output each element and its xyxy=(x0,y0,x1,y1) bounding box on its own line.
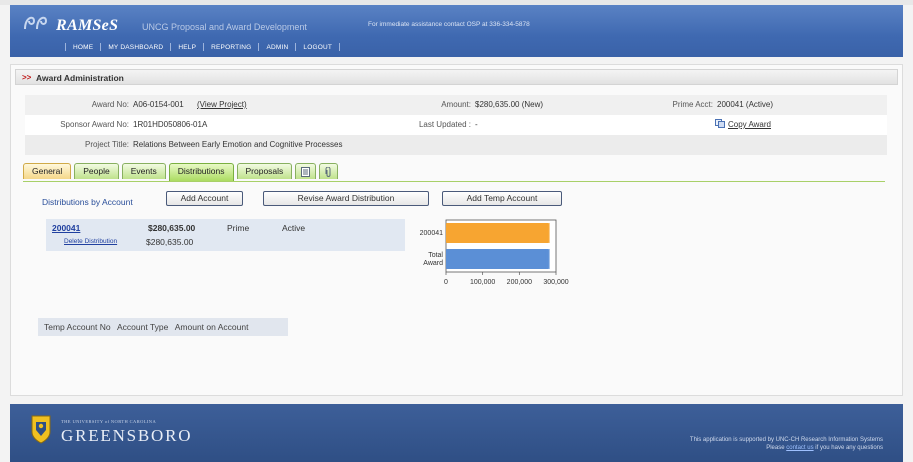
nav-logout[interactable]: LOGOUT xyxy=(303,44,332,51)
project-title-label: Project Title: xyxy=(84,140,129,149)
uncg-seal-icon xyxy=(31,415,51,444)
university-name: GREENSBORO xyxy=(61,426,193,445)
account-status: Active xyxy=(282,223,306,233)
nav-separator xyxy=(100,43,102,51)
nav-my-dashboard[interactable]: MY DASHBOARD xyxy=(108,44,163,51)
copy-award-link[interactable]: Copy Award xyxy=(728,120,771,129)
please-text: Please xyxy=(766,445,785,451)
nav-admin[interactable]: ADMIN xyxy=(266,44,288,51)
section-header: >> Award Administration xyxy=(15,69,898,85)
nav-separator xyxy=(203,43,205,51)
tab-attachments[interactable] xyxy=(319,163,339,179)
ramses-logo-icon xyxy=(24,16,48,30)
amount-value: $280,635.00 (New) xyxy=(475,100,544,109)
chart-bar-cap-0 xyxy=(545,223,550,243)
distribution-amount: $280,635.00 xyxy=(146,237,194,247)
award-no-label: Award No: xyxy=(91,100,129,109)
chart-category-label-1-1: Award xyxy=(423,260,443,267)
tab-events[interactable]: Events xyxy=(121,163,166,179)
sponsor-award-value: 1R01HD050806-01A xyxy=(133,120,208,129)
temp-accounts-header: Temp Account No Account Type Amount on A… xyxy=(38,318,288,336)
chart-tick-label-2: 200,000 xyxy=(507,279,532,286)
footer: THE UNIVERSITY of NORTH CAROLINA GREENSB… xyxy=(10,404,903,462)
nav-reporting[interactable]: REPORTING xyxy=(211,44,251,51)
document-icon xyxy=(301,166,311,177)
contact-us-link[interactable]: contact us xyxy=(786,445,813,451)
nav-separator xyxy=(170,43,172,51)
award-no-value: A06-0154-001 xyxy=(133,100,184,109)
university-name-small: THE UNIVERSITY of NORTH CAROLINA xyxy=(61,419,157,424)
award-info-row-2: Sponsor Award No: 1R01HD050806-01A Last … xyxy=(25,115,887,135)
tab-underline xyxy=(23,181,885,182)
distribution-chart: 200041 TotalAward 0 100,000 200,000 300,000 xyxy=(420,219,569,286)
account-type: Prime xyxy=(227,223,250,233)
nav-help[interactable]: HELP xyxy=(178,44,196,51)
distributions-title: Distributions by Account xyxy=(42,197,133,207)
nav-separator xyxy=(339,43,341,51)
chart-bar-0 xyxy=(446,223,549,243)
account-number-link[interactable]: 200041 xyxy=(52,223,80,233)
chart-tick-label-3: 300,000 xyxy=(543,279,568,286)
award-info-row-1: Award No: A06-0154-001 (View Project) Am… xyxy=(25,95,887,115)
chart-tick-label-0: 0 xyxy=(444,279,448,286)
paperclip-icon xyxy=(325,166,331,177)
col-temp-account-no: Temp Account No xyxy=(44,322,111,332)
app-subtitle: UNCG Proposal and Award Development xyxy=(142,22,307,32)
chart-bar-cap-1 xyxy=(545,249,550,269)
col-amount-on-account: Amount on Account xyxy=(174,322,249,332)
chart-category-label-1: Total xyxy=(428,252,443,259)
assistance-text: For immediate assistance contact OSP at … xyxy=(368,21,530,28)
tab-distributions[interactable]: Distributions xyxy=(168,163,234,182)
col-account-type: Account Type xyxy=(117,322,169,332)
section-title: Award Administration xyxy=(36,73,124,83)
project-title-value: Relations Between Early Emotion and Cogn… xyxy=(133,140,343,149)
chart-tick-label-1: 100,000 xyxy=(470,279,495,286)
footer-support-text: This application is supported by UNC-CH … xyxy=(690,436,883,452)
copy-icon[interactable] xyxy=(715,119,725,130)
tab-bar: General People Events Distributions Prop… xyxy=(23,163,341,182)
support-line: This application is supported by UNC-CH … xyxy=(689,437,883,443)
last-updated-label: Last Updated : xyxy=(418,120,471,129)
award-info-row-3: Project Title: Relations Between Early E… xyxy=(25,135,887,155)
nav-separator xyxy=(295,43,297,51)
tab-proposals[interactable]: Proposals xyxy=(236,163,293,179)
questions-text: if you have any questions xyxy=(815,445,883,451)
section-arrows: >> xyxy=(22,73,32,82)
tab-notes[interactable] xyxy=(295,163,317,179)
app-name: RAMSeS xyxy=(56,17,119,34)
tab-general[interactable]: General xyxy=(23,163,72,179)
nav-home[interactable]: HOME xyxy=(73,44,93,51)
last-updated-value: - xyxy=(475,120,478,129)
sponsor-award-label: Sponsor Award No: xyxy=(60,120,129,129)
add-temp-account-button[interactable]: Add Temp Account xyxy=(442,191,562,206)
chart-bar-1 xyxy=(446,249,549,269)
main-nav: HOME MY DASHBOARD HELP REPORTING ADMIN L… xyxy=(58,43,347,51)
nav-separator xyxy=(65,43,66,51)
header-banner: RAMSeS UNCG Proposal and Award Developme… xyxy=(10,5,903,57)
delete-distribution-link[interactable]: Delete Distribution xyxy=(64,238,117,245)
account-row: 200041 $280,635.00 Prime Active Delete D… xyxy=(46,219,405,251)
prime-acct-value: 200041 (Active) xyxy=(717,100,774,109)
amount-label: Amount: xyxy=(441,100,471,109)
chart-category-label-0: 200041 xyxy=(420,230,443,237)
account-amount: $280,635.00 xyxy=(148,223,196,233)
add-account-button[interactable]: Add Account xyxy=(166,191,243,206)
revise-distribution-button[interactable]: Revise Award Distribution xyxy=(263,191,429,206)
nav-separator xyxy=(258,43,260,51)
view-project-link[interactable]: (View Project) xyxy=(197,100,247,109)
tab-people[interactable]: People xyxy=(74,163,119,179)
prime-acct-label: Prime Acct: xyxy=(672,100,713,109)
